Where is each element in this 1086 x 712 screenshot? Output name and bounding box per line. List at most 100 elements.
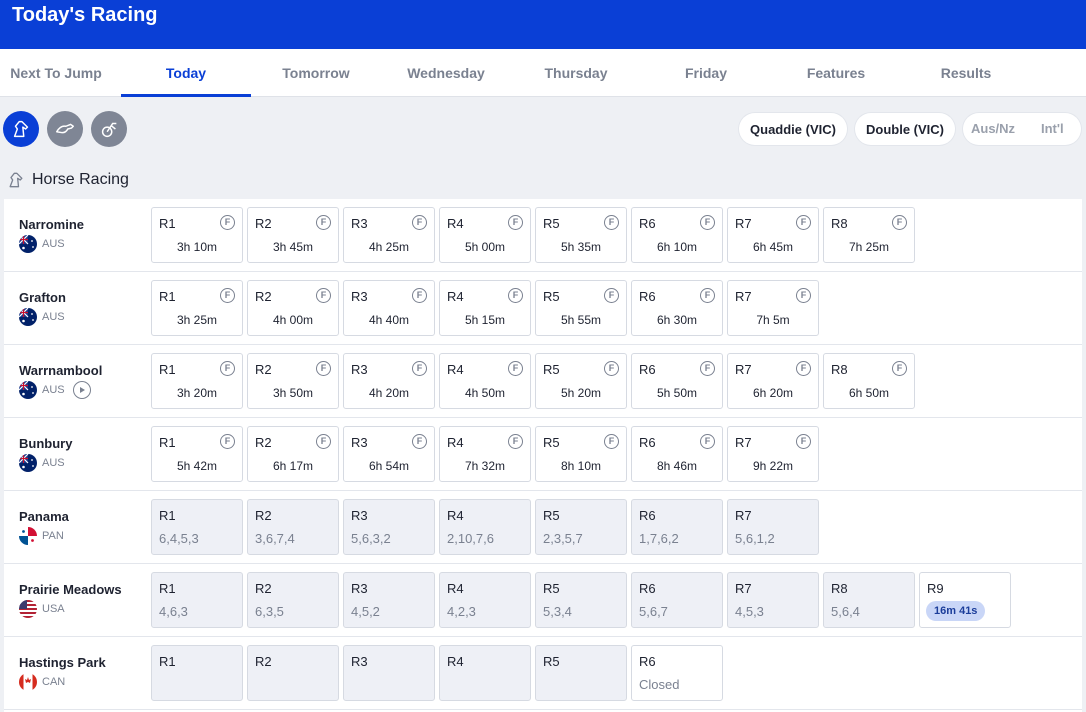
race-cell[interactable]: R2 F 6h 17m [247,426,339,482]
race-cell[interactable]: R3 F 4h 40m [343,280,435,336]
race-cell[interactable]: R3 4,5,2 [343,572,435,628]
race-cell[interactable]: R3 F 4h 25m [343,207,435,263]
race-cell[interactable]: R5 [535,645,627,701]
race-cell[interactable]: R3 F 6h 54m [343,426,435,482]
flag-icon [19,235,37,253]
race-cell[interactable]: R8 5,6,4 [823,572,915,628]
venue-name[interactable]: Hastings Park [19,655,149,670]
race-cell[interactable]: R2 6,3,5 [247,572,339,628]
race-number: R7 [735,581,752,596]
venue-name[interactable]: Prairie Meadows [19,582,149,597]
race-cell[interactable]: R2 F 3h 50m [247,353,339,409]
race-cell[interactable]: R1 6,4,5,3 [151,499,243,555]
race-number: R7 [735,216,752,231]
race-cell[interactable]: R6 5,6,7 [631,572,723,628]
venue-name[interactable]: Bunbury [19,436,149,451]
race-time-to-jump: 4h 50m [464,386,506,400]
race-cell[interactable]: R4 F 5h 00m [439,207,531,263]
race-cell[interactable]: R3 [343,645,435,701]
tab-features[interactable]: Features [771,49,901,97]
race-cell[interactable]: R4 2,10,7,6 [439,499,531,555]
fixed-odds-icon: F [316,361,331,376]
play-icon[interactable] [72,381,91,399]
venue-info: Panama PAN [19,509,149,545]
race-cell[interactable]: R7 5,6,1,2 [727,499,819,555]
race-result: 5,6,4 [831,604,860,619]
race-cell[interactable]: R2 F 4h 00m [247,280,339,336]
race-cell[interactable]: R1 4,6,3 [151,572,243,628]
race-cell[interactable]: R5 F 5h 55m [535,280,627,336]
race-cell[interactable]: R9 16m 41s [919,572,1011,628]
race-cell[interactable]: R4 [439,645,531,701]
race-cell[interactable]: R4 4,2,3 [439,572,531,628]
race-number: R2 [255,289,272,304]
race-cell[interactable]: R6 Closed [631,645,723,701]
race-cell[interactable]: R5 5,3,4 [535,572,627,628]
race-cell[interactable]: R7 4,5,3 [727,572,819,628]
venue-name[interactable]: Warrnambool [19,363,149,378]
horse-racing-filter[interactable] [3,111,39,147]
venue-name[interactable]: Narromine [19,217,149,232]
race-result: 6,3,5 [255,604,284,619]
region-intl-option[interactable]: Int'l [1041,113,1064,145]
race-cell[interactable]: R7 F 6h 45m [727,207,819,263]
race-cell[interactable]: R5 2,3,5,7 [535,499,627,555]
race-cell[interactable]: R8 F 7h 25m [823,207,915,263]
greyhound-racing-filter[interactable] [47,111,83,147]
race-number: R6 [639,508,656,523]
race-result: 2,10,7,6 [447,531,494,546]
race-cell[interactable]: R7 F 9h 22m [727,426,819,482]
race-cell[interactable]: R1 F 3h 20m [151,353,243,409]
race-number: R3 [351,435,368,450]
venue-name[interactable]: Panama [19,509,149,524]
double-vic-button[interactable]: Double (VIC) [855,113,955,145]
horse-icon [9,172,23,188]
race-cell[interactable]: R3 5,6,3,2 [343,499,435,555]
race-cell[interactable]: R6 F 6h 30m [631,280,723,336]
race-time-to-jump: 5h 35m [560,240,602,254]
venue-name[interactable]: Grafton [19,290,149,305]
race-cell[interactable]: R3 F 4h 20m [343,353,435,409]
tab-today[interactable]: Today [121,49,251,97]
race-cell[interactable]: R1 [151,645,243,701]
meeting-row: Warrnambool AUS R1 F 3h 20m R2 F 3h 50m R3 F 4h 20… [4,345,1082,418]
race-time-to-jump: 7h 32m [464,459,506,473]
tab-results[interactable]: Results [901,49,1031,97]
tab-thursday[interactable]: Thursday [511,49,641,97]
race-cell[interactable]: R4 F 7h 32m [439,426,531,482]
race-cell[interactable]: R6 F 5h 50m [631,353,723,409]
region-ausnz-option[interactable]: Aus/Nz [971,113,1015,145]
country-code: USA [42,603,65,615]
race-cell[interactable]: R6 1,7,6,2 [631,499,723,555]
race-cell[interactable]: R7 F 7h 5m [727,280,819,336]
harness-racing-filter[interactable] [91,111,127,147]
race-cell[interactable]: R2 3,6,7,4 [247,499,339,555]
venue-info: Warrnambool AUS [19,363,149,399]
race-cell[interactable]: R1 F 5h 42m [151,426,243,482]
race-cell[interactable]: R8 F 6h 50m [823,353,915,409]
race-cell[interactable]: R2 [247,645,339,701]
race-cell[interactable]: R2 F 3h 45m [247,207,339,263]
race-cell[interactable]: R4 F 5h 15m [439,280,531,336]
flag-icon [19,308,37,326]
quaddie-vic-button[interactable]: Quaddie (VIC) [739,113,847,145]
race-cell[interactable]: R4 F 4h 50m [439,353,531,409]
race-cell[interactable]: R7 F 6h 20m [727,353,819,409]
race-cell[interactable]: R6 F 8h 46m [631,426,723,482]
race-cell[interactable]: R1 F 3h 10m [151,207,243,263]
race-cell[interactable]: R5 F 5h 20m [535,353,627,409]
tab-wednesday[interactable]: Wednesday [381,49,511,97]
race-time-to-jump: 6h 20m [752,386,794,400]
race-cell[interactable]: R6 F 6h 10m [631,207,723,263]
tab-next-to-jump[interactable]: Next To Jump [0,49,121,97]
fixed-odds-icon: F [604,434,619,449]
flag-icon [19,673,37,691]
race-number: R1 [159,435,176,450]
fixed-odds-icon: F [796,288,811,303]
race-status: Closed [639,677,680,692]
tab-tomorrow[interactable]: Tomorrow [251,49,381,97]
race-cell[interactable]: R1 F 3h 25m [151,280,243,336]
tab-friday[interactable]: Friday [641,49,771,97]
race-cell[interactable]: R5 F 8h 10m [535,426,627,482]
race-cell[interactable]: R5 F 5h 35m [535,207,627,263]
